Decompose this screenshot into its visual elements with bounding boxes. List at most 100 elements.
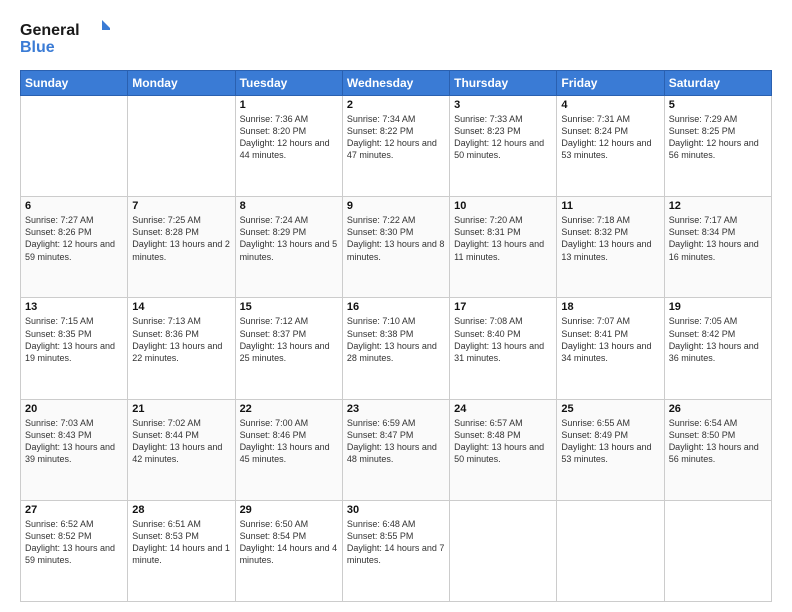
day-info: Sunrise: 6:59 AM Sunset: 8:47 PM Dayligh… [347,417,445,466]
calendar-table: SundayMondayTuesdayWednesdayThursdayFrid… [20,70,772,602]
day-info: Sunrise: 7:29 AM Sunset: 8:25 PM Dayligh… [669,113,767,162]
day-header-wednesday: Wednesday [342,71,449,96]
svg-text:Blue: Blue [20,39,55,56]
header: General Blue [20,18,772,60]
day-number: 8 [240,200,338,212]
day-info: Sunrise: 7:02 AM Sunset: 8:44 PM Dayligh… [132,417,230,466]
day-number: 27 [25,504,123,516]
day-info: Sunrise: 6:54 AM Sunset: 8:50 PM Dayligh… [669,417,767,466]
day-info: Sunrise: 7:18 AM Sunset: 8:32 PM Dayligh… [561,214,659,263]
day-info: Sunrise: 7:31 AM Sunset: 8:24 PM Dayligh… [561,113,659,162]
day-number: 23 [347,403,445,415]
calendar-cell: 23 Sunrise: 6:59 AM Sunset: 8:47 PM Dayli… [342,399,449,500]
calendar-cell: 20Sunrise: 7:03 AM Sunset: 8:43 PM Dayli… [21,399,128,500]
calendar-cell: 18 Sunrise: 7:07 AM Sunset: 8:41 PM Dayli… [557,298,664,399]
day-number: 17 [454,301,552,313]
day-number: 6 [25,200,123,212]
calendar-cell: 28Sunrise: 6:51 AM Sunset: 8:53 PM Dayli… [128,500,235,601]
day-info: Sunrise: 7:20 AM Sunset: 8:31 PM Dayligh… [454,214,552,263]
day-info: Sunrise: 7:25 AM Sunset: 8:28 PM Dayligh… [132,214,230,263]
day-number: 22 [240,403,338,415]
day-info: Sunrise: 7:00 AM Sunset: 8:46 PM Dayligh… [240,417,338,466]
calendar-cell: 30 Sunrise: 6:48 AM Sunset: 8:55 PM Dayli… [342,500,449,601]
day-info: Sunrise: 7:15 AM Sunset: 8:35 PM Dayligh… [25,315,123,364]
calendar-cell: 26 Sunrise: 6:54 AM Sunset: 8:50 PM Dayli… [664,399,771,500]
calendar-cell: 19 Sunrise: 7:05 AM Sunset: 8:42 PM Dayli… [664,298,771,399]
day-info: Sunrise: 7:08 AM Sunset: 8:40 PM Dayligh… [454,315,552,364]
calendar-cell: 12 Sunrise: 7:17 AM Sunset: 8:34 PM Dayli… [664,197,771,298]
logo: General Blue [20,18,110,60]
calendar-cell: 8 Sunrise: 7:24 AM Sunset: 8:29 PM Daylig… [235,197,342,298]
day-header-saturday: Saturday [664,71,771,96]
calendar-cell: 22 Sunrise: 7:00 AM Sunset: 8:46 PM Dayli… [235,399,342,500]
day-number: 18 [561,301,659,313]
calendar-cell [128,96,235,197]
day-info: Sunrise: 6:55 AM Sunset: 8:49 PM Dayligh… [561,417,659,466]
calendar-cell: 9Sunrise: 7:22 AM Sunset: 8:30 PM Daylig… [342,197,449,298]
day-number: 11 [561,200,659,212]
page: General Blue SundayMondayTuesdayWednesda… [0,0,792,612]
calendar-cell: 2Sunrise: 7:34 AM Sunset: 8:22 PM Daylig… [342,96,449,197]
day-info: Sunrise: 6:48 AM Sunset: 8:55 PM Dayligh… [347,518,445,567]
day-info: Sunrise: 6:50 AM Sunset: 8:54 PM Dayligh… [240,518,338,567]
day-number: 1 [240,99,338,111]
day-info: Sunrise: 6:51 AM Sunset: 8:53 PM Dayligh… [132,518,230,567]
day-info: Sunrise: 7:24 AM Sunset: 8:29 PM Dayligh… [240,214,338,263]
day-header-monday: Monday [128,71,235,96]
day-info: Sunrise: 7:36 AM Sunset: 8:20 PM Dayligh… [240,113,338,162]
day-header-sunday: Sunday [21,71,128,96]
day-number: 4 [561,99,659,111]
day-number: 5 [669,99,767,111]
calendar-cell: 3 Sunrise: 7:33 AM Sunset: 8:23 PM Daylig… [450,96,557,197]
calendar-week-2: 6 Sunrise: 7:27 AM Sunset: 8:26 PM Daylig… [21,197,772,298]
day-info: Sunrise: 7:07 AM Sunset: 8:41 PM Dayligh… [561,315,659,364]
calendar-cell: 13Sunrise: 7:15 AM Sunset: 8:35 PM Dayli… [21,298,128,399]
calendar-cell: 21 Sunrise: 7:02 AM Sunset: 8:44 PM Dayli… [128,399,235,500]
day-header-thursday: Thursday [450,71,557,96]
calendar-cell: 4 Sunrise: 7:31 AM Sunset: 8:24 PM Daylig… [557,96,664,197]
day-info: Sunrise: 7:17 AM Sunset: 8:34 PM Dayligh… [669,214,767,263]
day-number: 3 [454,99,552,111]
day-info: Sunrise: 7:22 AM Sunset: 8:30 PM Dayligh… [347,214,445,263]
day-info: Sunrise: 7:33 AM Sunset: 8:23 PM Dayligh… [454,113,552,162]
day-number: 19 [669,301,767,313]
calendar-cell: 6 Sunrise: 7:27 AM Sunset: 8:26 PM Daylig… [21,197,128,298]
calendar-cell [450,500,557,601]
calendar-week-1: 1 Sunrise: 7:36 AM Sunset: 8:20 PM Daylig… [21,96,772,197]
calendar-cell: 29Sunrise: 6:50 AM Sunset: 8:54 PM Dayli… [235,500,342,601]
calendar-cell: 17 Sunrise: 7:08 AM Sunset: 8:40 PM Dayli… [450,298,557,399]
logo-icon: General Blue [20,18,110,60]
calendar-week-5: 27 Sunrise: 6:52 AM Sunset: 8:52 PM Dayli… [21,500,772,601]
day-number: 12 [669,200,767,212]
day-info: Sunrise: 7:10 AM Sunset: 8:38 PM Dayligh… [347,315,445,364]
calendar-week-4: 20Sunrise: 7:03 AM Sunset: 8:43 PM Dayli… [21,399,772,500]
calendar-cell: 25 Sunrise: 6:55 AM Sunset: 8:49 PM Dayli… [557,399,664,500]
day-info: Sunrise: 6:57 AM Sunset: 8:48 PM Dayligh… [454,417,552,466]
day-number: 21 [132,403,230,415]
calendar-cell [557,500,664,601]
day-number: 24 [454,403,552,415]
day-number: 16 [347,301,445,313]
day-header-tuesday: Tuesday [235,71,342,96]
calendar-cell: 1 Sunrise: 7:36 AM Sunset: 8:20 PM Daylig… [235,96,342,197]
calendar-cell [664,500,771,601]
svg-text:General: General [20,22,80,39]
day-number: 20 [25,403,123,415]
day-number: 25 [561,403,659,415]
calendar-cell: 14Sunrise: 7:13 AM Sunset: 8:36 PM Dayli… [128,298,235,399]
day-info: Sunrise: 7:27 AM Sunset: 8:26 PM Dayligh… [25,214,123,263]
calendar-cell: 5 Sunrise: 7:29 AM Sunset: 8:25 PM Daylig… [664,96,771,197]
calendar-cell: 15Sunrise: 7:12 AM Sunset: 8:37 PM Dayli… [235,298,342,399]
day-info: Sunrise: 7:34 AM Sunset: 8:22 PM Dayligh… [347,113,445,162]
day-number: 14 [132,301,230,313]
calendar-header-row: SundayMondayTuesdayWednesdayThursdayFrid… [21,71,772,96]
calendar-cell: 10Sunrise: 7:20 AM Sunset: 8:31 PM Dayli… [450,197,557,298]
day-number: 26 [669,403,767,415]
calendar-week-3: 13Sunrise: 7:15 AM Sunset: 8:35 PM Dayli… [21,298,772,399]
day-number: 7 [132,200,230,212]
day-number: 30 [347,504,445,516]
day-info: Sunrise: 7:12 AM Sunset: 8:37 PM Dayligh… [240,315,338,364]
day-info: Sunrise: 6:52 AM Sunset: 8:52 PM Dayligh… [25,518,123,567]
calendar-cell: 24 Sunrise: 6:57 AM Sunset: 8:48 PM Dayli… [450,399,557,500]
day-info: Sunrise: 7:05 AM Sunset: 8:42 PM Dayligh… [669,315,767,364]
